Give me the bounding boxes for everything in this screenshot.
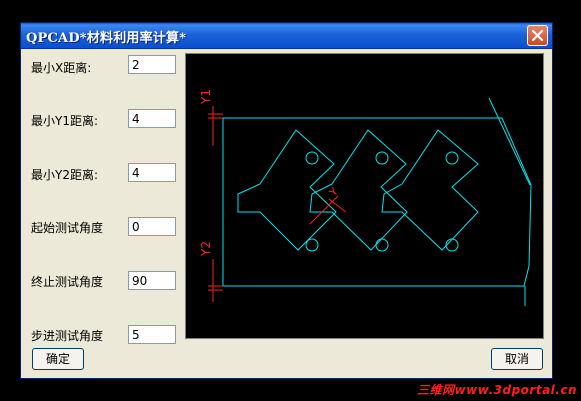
- nesting-preview-canvas[interactable]: Y1 Y2 Y: [185, 53, 544, 339]
- y-marker-line: [328, 198, 347, 213]
- chevron-part-2: [309, 129, 408, 251]
- min-y1-distance-label: 最小Y1距离:: [31, 114, 99, 128]
- dialog-window: QPCAD*材料利用率计算* 最小X距离: 最小Y1距离: 最小Y2距离: 起始…: [20, 22, 553, 379]
- close-icon: [531, 29, 544, 42]
- hole: [445, 238, 459, 252]
- y2-label: Y2: [199, 241, 213, 257]
- step-angle-input[interactable]: [128, 325, 176, 344]
- hole: [375, 151, 389, 165]
- y-label: Y: [326, 185, 341, 200]
- hole: [305, 238, 319, 252]
- min-x-distance-input[interactable]: [128, 55, 176, 74]
- hole: [305, 151, 319, 165]
- title-bar[interactable]: QPCAD*材料利用率计算*: [21, 23, 552, 49]
- chevron-part-3: [381, 129, 479, 251]
- min-y1-distance-input[interactable]: [128, 109, 176, 128]
- min-y2-distance-input[interactable]: [128, 163, 176, 182]
- hole: [445, 151, 459, 165]
- end-angle-input[interactable]: [128, 271, 176, 290]
- hole: [375, 238, 389, 252]
- start-angle-label: 起始测试角度: [31, 221, 104, 235]
- min-x-distance-label: 最小X距离:: [31, 61, 92, 75]
- end-angle-label: 终止测试角度: [31, 275, 104, 289]
- watermark: 三维网www.3dportal.cn: [417, 383, 577, 397]
- chevron-part-1: [237, 129, 337, 251]
- sheet-outline: [222, 117, 532, 287]
- min-y2-distance-label: 最小Y2距离:: [31, 168, 99, 182]
- close-button[interactable]: [527, 25, 548, 46]
- start-angle-input[interactable]: [128, 217, 176, 236]
- sheet-edge-line: [488, 97, 531, 186]
- cancel-button[interactable]: 取消: [491, 348, 543, 370]
- step-angle-label: 步进测试角度: [31, 329, 104, 343]
- y1-label: Y1: [199, 89, 213, 105]
- ok-button[interactable]: 确定: [32, 348, 84, 370]
- nesting-drawing: Y1 Y2 Y: [199, 89, 532, 306]
- window-title: QPCAD*材料利用率计算*: [26, 31, 187, 46]
